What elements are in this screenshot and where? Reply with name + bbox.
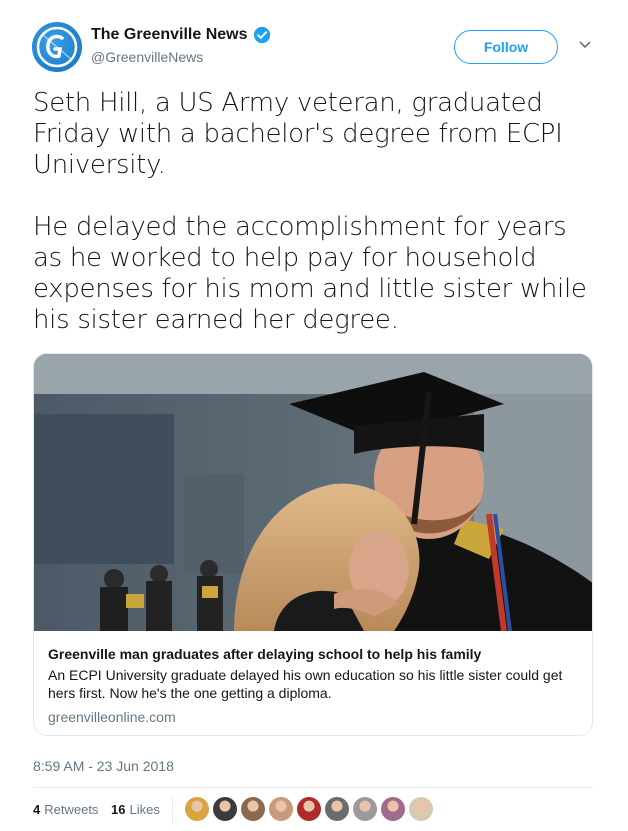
liker-avatar[interactable] [325,797,349,821]
card-description: An ECPI University graduate delayed his … [48,667,563,701]
liker-avatar[interactable] [269,797,293,821]
author-handle[interactable]: @GreenvilleNews [91,49,271,65]
retweets-count: 4 [33,802,41,817]
card-photo [34,354,592,631]
retweets-label: Retweets [44,802,99,817]
liker-avatar[interactable] [381,797,405,821]
tweet-text: Seth Hill, a US Army veteran, graduated … [33,88,593,367]
likers-avatars [185,797,433,823]
tweet-timestamp[interactable]: 8:59 AM - 23 Jun 2018 [33,758,174,774]
liker-avatar[interactable] [297,797,321,821]
author-avatar[interactable] [32,22,82,72]
author-name-block[interactable]: The Greenville News @GreenvilleNews [91,26,271,65]
retweets-stat[interactable]: 4 Retweets [33,802,98,817]
tweet-paragraph: Seth Hill, a US Army veteran, graduated … [33,88,563,180]
likes-stat[interactable]: 16 Likes [111,802,160,817]
link-card[interactable]: Greenville man graduates after delaying … [33,353,593,736]
chevron-down-icon[interactable] [578,40,592,50]
stats-separator [172,797,173,825]
liker-avatar[interactable] [185,797,209,821]
card-title[interactable]: Greenville man graduates after delaying … [48,645,580,663]
tweet-stats: 4 Retweets 16 Likes [33,789,593,831]
card-domain: greenvilleonline.com [48,709,176,725]
liker-avatar[interactable] [213,797,237,821]
likes-count: 16 [111,802,126,817]
liker-avatar[interactable] [353,797,377,821]
liker-avatar[interactable] [409,797,433,821]
follow-button[interactable]: Follow [454,30,558,64]
tweet-paragraph: He delayed the accomplishment for years … [33,212,587,335]
liker-avatar[interactable] [241,797,265,821]
author-display-name[interactable]: The Greenville News [91,26,248,44]
likes-label: Likes [129,802,160,817]
tweet-header: The Greenville News @GreenvilleNews Foll… [32,22,602,78]
newspaper-g-logo-icon [36,26,78,68]
card-body[interactable]: Greenville man graduates after delaying … [34,631,592,735]
divider [33,787,593,788]
verified-badge-icon [253,26,270,44]
